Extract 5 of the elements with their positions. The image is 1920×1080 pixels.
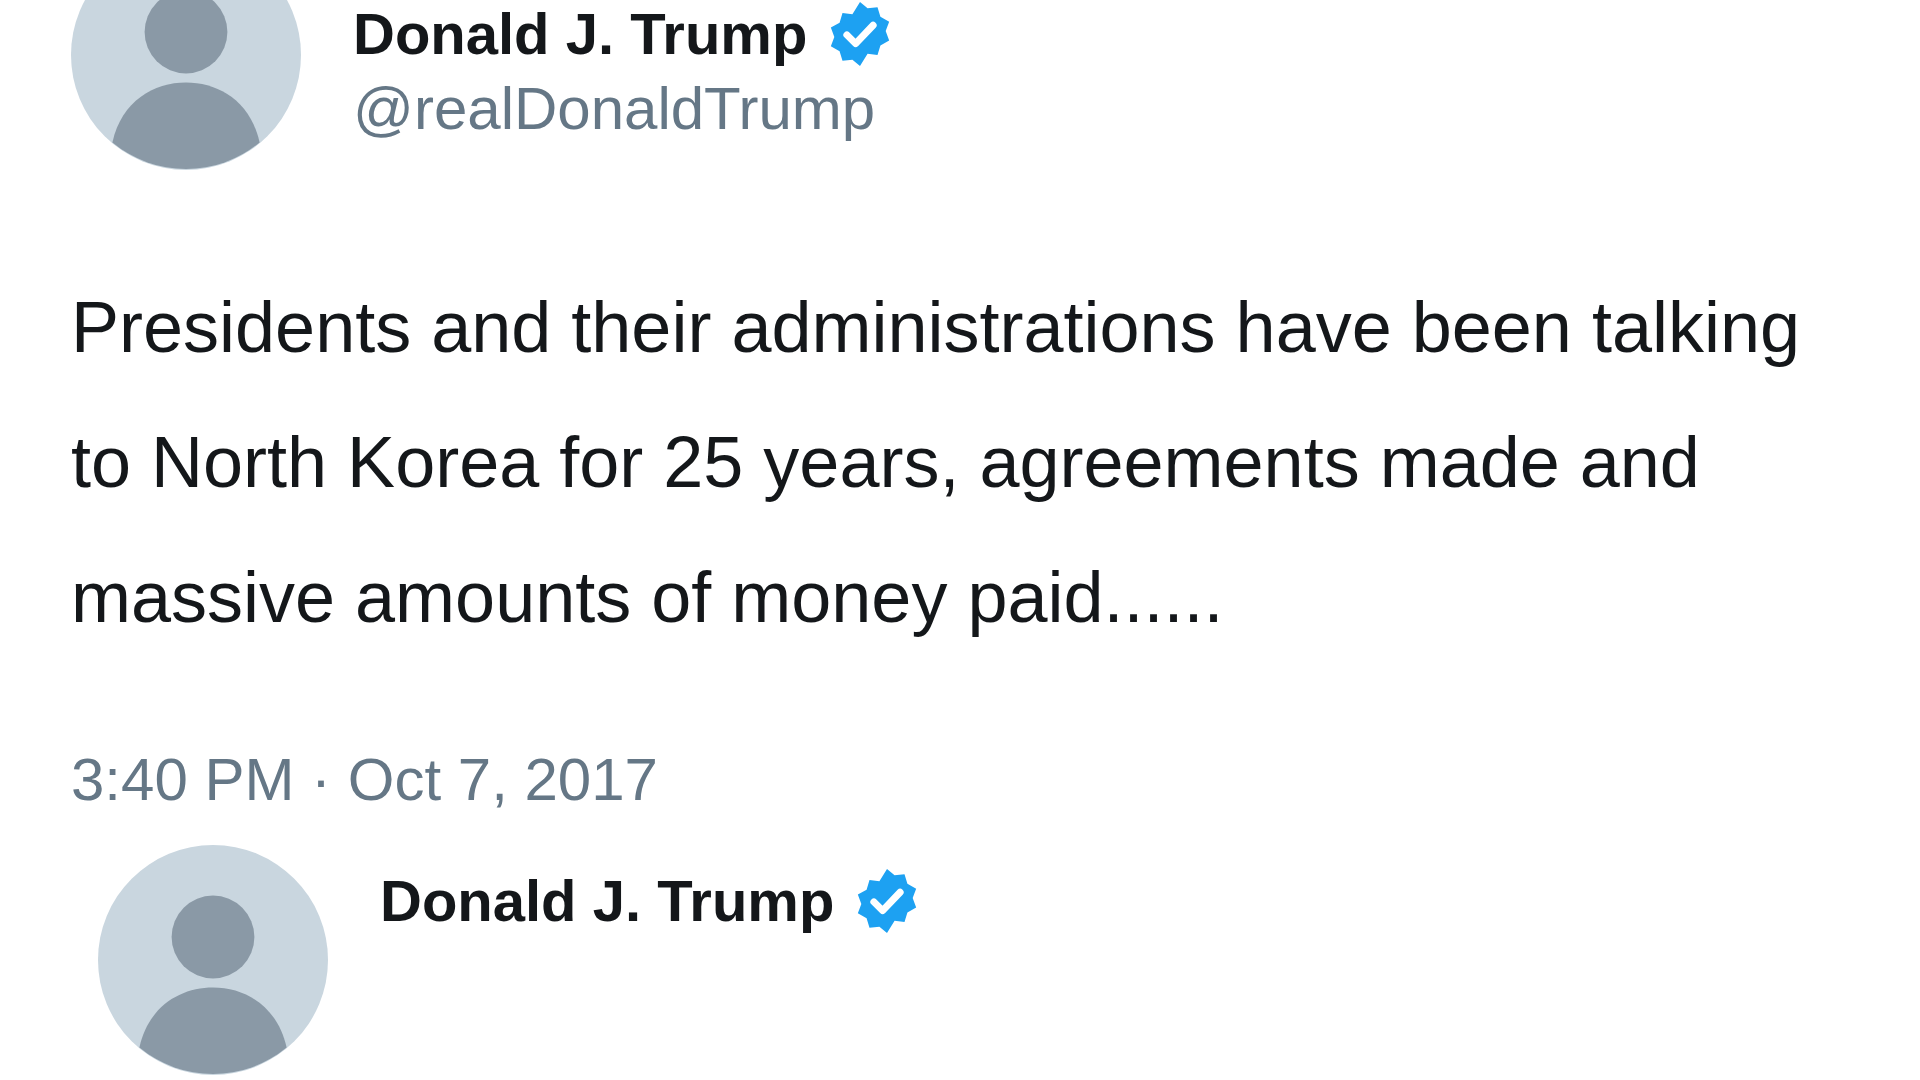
tweet-timestamp: 3:40 PM · Oct 7, 2017 [71,745,659,815]
user-name: Donald J. Trump [380,867,835,935]
user-handle: @realDonaldTrump [353,73,877,144]
user-name: Donald J. Trump [353,0,808,68]
tweet-text: Presidents and their administrations have been talking to North Korea for 25 years, agreements made and massive amounts of money paid...... [71,286,1802,639]
